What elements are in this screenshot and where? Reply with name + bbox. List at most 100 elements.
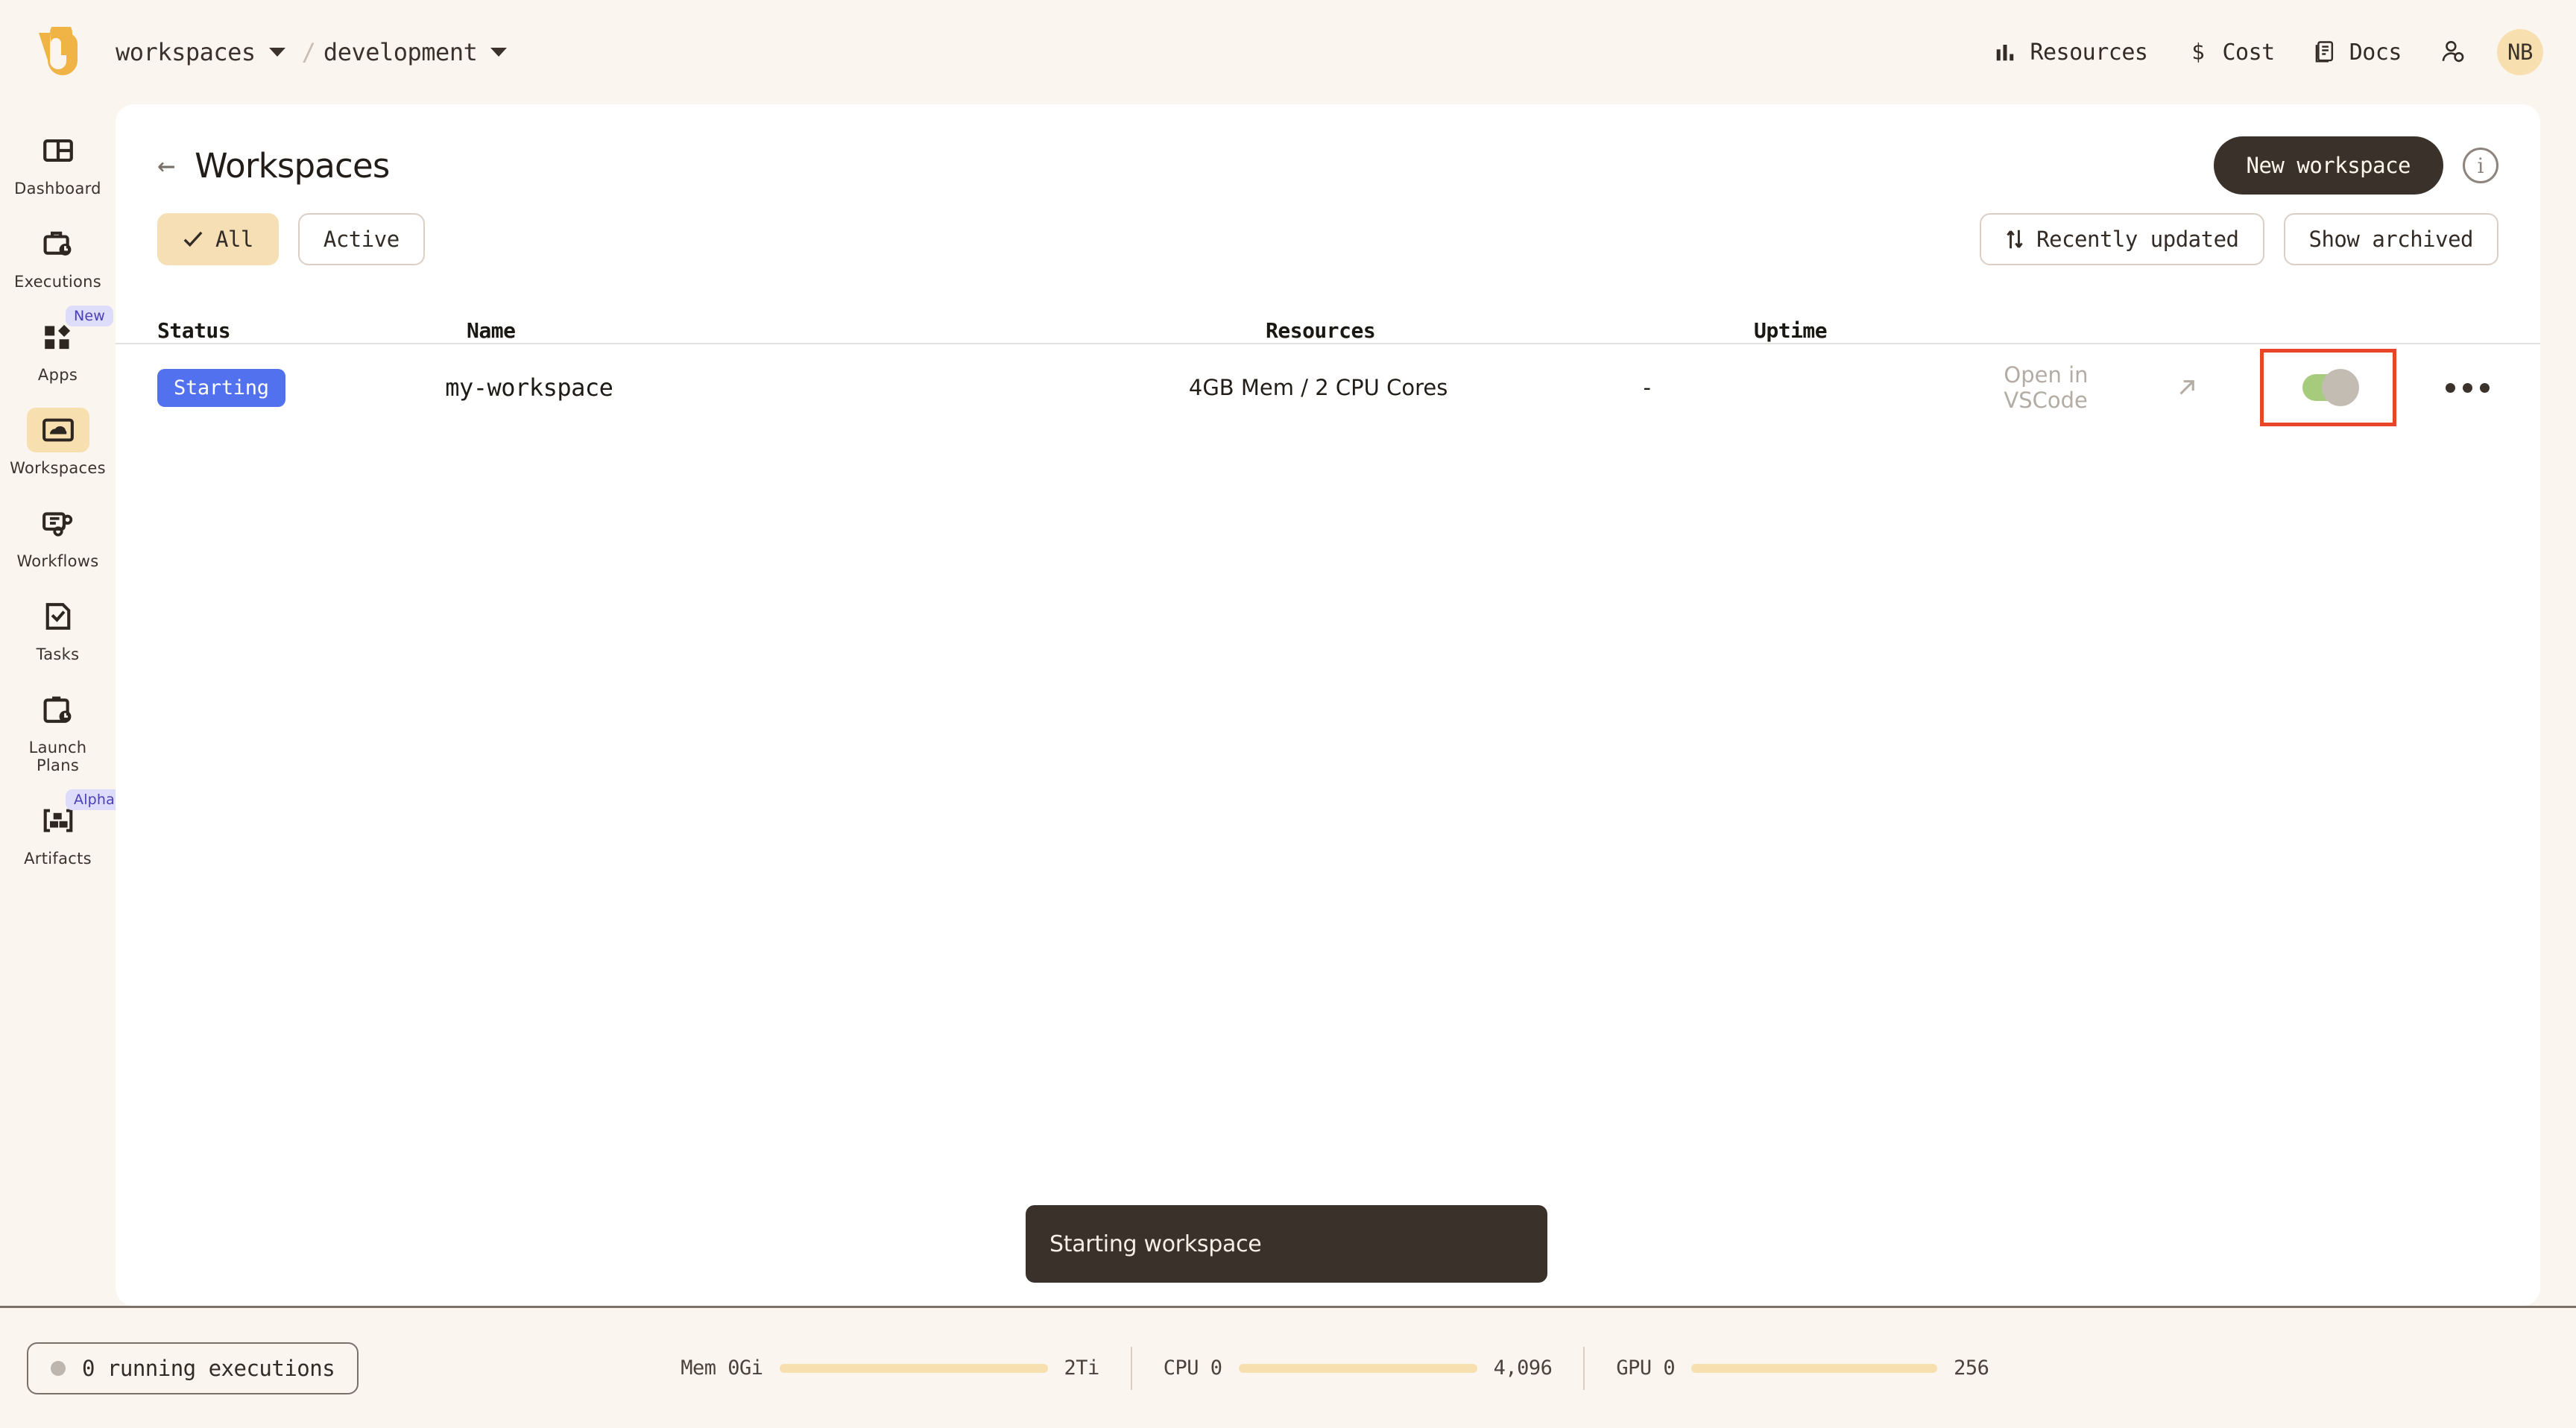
sidebar-item-workflows[interactable]: Workflows (0, 493, 116, 579)
sidebar-item-executions[interactable]: Executions (0, 214, 116, 300)
user-settings-button[interactable] (2421, 40, 2485, 64)
show-archived-label: Show archived (2308, 227, 2474, 252)
info-icon[interactable]: i (2463, 148, 2498, 183)
workspaces-icon (42, 418, 74, 442)
status-bar: 0 running executions Mem 0Gi 2Ti CPU 0 4… (0, 1306, 2576, 1428)
open-in-vscode-link[interactable]: Open in VSCode (2004, 362, 2197, 413)
sidebar-item-label: Launch Plans (28, 739, 87, 774)
toggle-knob (2322, 369, 2360, 406)
filter-bar-right: Recently updated Show archived (1980, 213, 2498, 265)
sidebar-item-apps[interactable]: New Apps (0, 306, 116, 393)
new-workspace-button[interactable]: New workspace (2213, 136, 2443, 195)
more-options-icon[interactable] (2437, 368, 2498, 408)
sidebar-item-launch-plans[interactable]: Launch Plans (0, 680, 116, 783)
sidebar-item-label: Workspaces (10, 459, 106, 477)
launch-plans-icon-wrap (27, 687, 89, 732)
launch-plans-icon (43, 696, 71, 723)
sidebar: Dashboard Executions New Apps Workspaces… (0, 104, 124, 1428)
apps-icon (44, 324, 70, 350)
meter-cpu-track[interactable] (1238, 1363, 1477, 1373)
meter-gpu: GPU 0 256 (1585, 1356, 2020, 1380)
toast-notification: Starting workspace (1026, 1205, 1547, 1283)
toast-message: Starting workspace (1049, 1230, 1262, 1257)
dashboard-icon-wrap (27, 128, 89, 173)
app-logo[interactable] (0, 27, 116, 78)
column-header-uptime: Uptime (1754, 318, 1828, 343)
arrow-left-icon[interactable]: ← (157, 151, 175, 180)
sidebar-item-label: Artifacts (24, 850, 92, 868)
sort-label: Recently updated (2036, 227, 2239, 252)
workspace-toggle-highlight (2259, 349, 2396, 426)
dashboard-icon (42, 139, 73, 162)
show-archived-button[interactable]: Show archived (2283, 213, 2498, 265)
filter-bar: All Active Recently updated Show archive… (116, 195, 2540, 265)
sidebar-item-tasks[interactable]: Tasks (0, 587, 116, 672)
sort-recently-updated-button[interactable]: Recently updated (1980, 213, 2264, 265)
resources-button[interactable]: Resources (1974, 26, 2167, 78)
artifacts-icon (43, 809, 72, 833)
tasks-icon-wrap (27, 594, 89, 639)
dollar-icon: $ (2191, 40, 2205, 65)
meter-mem-max: 2Ti (1064, 1356, 1100, 1380)
sidebar-item-label: Apps (37, 366, 78, 384)
running-executions-label: 0 running executions (82, 1355, 335, 1381)
resources-label: Resources (2030, 39, 2148, 66)
breadcrumb-workspaces[interactable]: workspaces (116, 38, 256, 66)
filter-all-button[interactable]: All (157, 213, 279, 265)
check-icon (183, 231, 203, 247)
sidebar-item-label: Dashboard (14, 180, 101, 198)
cell-status: Starting (157, 368, 445, 407)
sidebar-item-label: Workflows (16, 552, 99, 570)
column-header-name: Name (467, 318, 516, 343)
breadcrumb-separator: / (301, 38, 316, 66)
sidebar-item-artifacts[interactable]: Alpha Artifacts (0, 789, 124, 876)
filter-active-button[interactable]: Active (297, 213, 425, 265)
meter-mem-track[interactable] (779, 1363, 1048, 1373)
svg-text:$: $ (2191, 40, 2205, 65)
cell-uptime: - (1643, 375, 1651, 400)
avatar-initials: NB (2507, 40, 2533, 65)
page-header-actions: New workspace i (2213, 136, 2498, 195)
chevron-down-icon[interactable] (268, 48, 285, 57)
filter-all-label: All (215, 227, 253, 252)
top-bar: workspaces / development Resources $ Cos… (0, 0, 2576, 104)
workspaces-icon-wrap (26, 408, 89, 452)
workspace-toggle[interactable] (2302, 369, 2360, 406)
bar-chart-icon (1997, 45, 2014, 61)
table-header: Status Name Resources Uptime (116, 298, 2540, 344)
sidebar-badge-new: New (66, 306, 114, 326)
meter-mem-label: Mem 0Gi (681, 1356, 763, 1380)
meter-gpu-label: GPU 0 (1616, 1356, 1676, 1380)
executions-icon-wrap (27, 221, 89, 266)
status-dot-icon (51, 1360, 66, 1376)
breadcrumb-development[interactable]: development (323, 38, 478, 66)
status-badge: Starting (157, 368, 285, 407)
sort-icon (2007, 230, 2023, 249)
meter-cpu-max: 4,096 (1493, 1356, 1553, 1380)
meter-mem: Mem 0Gi 2Ti (649, 1356, 1131, 1380)
meter-cpu-label: CPU 0 (1163, 1356, 1222, 1380)
cell-resources: 4GB Mem / 2 CPU Cores (1188, 375, 1448, 400)
main-panel: ← Workspaces New workspace i All Active (116, 104, 2540, 1306)
app-root: workspaces / development Resources $ Cos… (0, 0, 2576, 1428)
docs-label: Docs (2349, 39, 2402, 66)
open-in-vscode-label: Open in VSCode (2004, 362, 2089, 413)
avatar[interactable]: NB (2497, 29, 2543, 75)
sidebar-item-workspaces[interactable]: Workspaces (0, 400, 116, 486)
union-logo-icon (38, 27, 78, 75)
running-executions-chip[interactable]: 0 running executions (27, 1342, 359, 1394)
top-bar-actions: Resources $ Cost Docs NB (1974, 0, 2543, 104)
cell-name[interactable]: my-workspace (445, 373, 1189, 402)
sidebar-item-dashboard[interactable]: Dashboard (0, 121, 116, 206)
executions-icon (43, 231, 71, 256)
meter-cpu: CPU 0 4,096 (1132, 1356, 1584, 1380)
docs-button[interactable]: Docs (2294, 26, 2421, 78)
table-row[interactable]: Starting my-workspace 4GB Mem / 2 CPU Co… (116, 344, 2540, 431)
meter-gpu-track[interactable] (1691, 1363, 1938, 1373)
chevron-down-icon[interactable] (490, 48, 508, 57)
cost-label: Cost (2222, 39, 2276, 66)
column-header-resources: Resources (1266, 318, 1376, 343)
dot (2480, 382, 2490, 393)
sidebar-badge-alpha: Alpha (66, 789, 124, 810)
cost-button[interactable]: $ Cost (2168, 26, 2294, 78)
